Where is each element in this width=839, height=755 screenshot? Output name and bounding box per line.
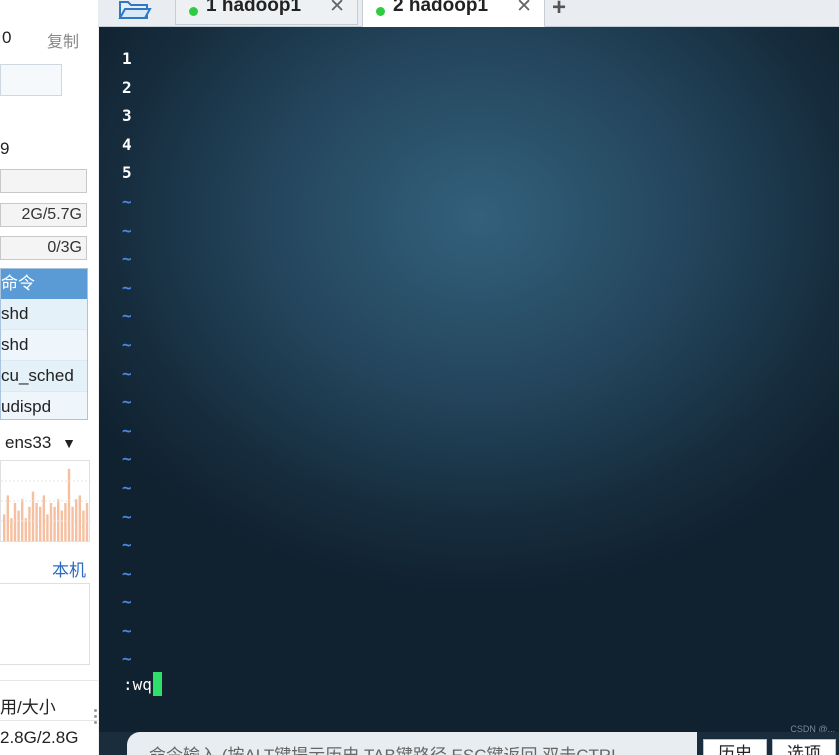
network-bar [57,499,60,541]
network-bar [78,495,81,541]
empty-line-tilde: ~ [122,306,132,326]
network-bar [39,506,42,541]
command-bar: 命令输入 (按ALT键提示历史,TAB键路径,ESC键返回,双击CTRL 历史 … [99,732,839,755]
empty-line-tilde: ~ [122,392,132,412]
sidebar-panel: 0 复制 9 2G/5.7G 0/3G 命令 shd shd cu_sched udi… [0,0,98,755]
cursor [152,672,162,696]
chevron-down-icon: ▼ [62,435,76,451]
network-bar [82,510,85,541]
empty-line-tilde: ~ [122,535,132,555]
copy-button[interactable]: 复制 [47,28,79,52]
network-bar [28,506,31,541]
panel-splitter[interactable] [93,706,98,736]
network-bar [49,503,53,541]
network-bar [46,514,49,541]
editor-lines: 1 2 3 4 5 ~ ~ ~ ~ ~ ~ ~ ~ ~ ~ ~ ~ ~ ~ ~ ~ ~ [122,45,132,674]
terminal-area[interactable]: 1 2 3 4 5 ~ ~ ~ ~ ~ ~ ~ ~ ~ ~ ~ ~ ~ ~ ~ ~ ~ :wq CSDN @... [99,27,839,732]
network-bar [3,514,6,541]
empty-line-tilde: ~ [122,477,132,497]
status-dot-icon [376,7,385,16]
network-bar [75,499,78,541]
watermark: CSDN @... [790,724,835,732]
empty-line-tilde: ~ [122,563,132,583]
empty-line-tilde: ~ [122,220,132,240]
ip-field[interactable] [0,64,62,96]
tab-label: 1 hadoop1 [206,0,302,16]
line-number: 2 [122,77,132,97]
empty-line-tilde: ~ [122,592,132,612]
command-input[interactable]: 命令输入 (按ALT键提示历史,TAB键路径,ESC键返回,双击CTRL [127,732,697,755]
empty-line-tilde: ~ [122,249,132,269]
disk-header: 用/大小 [0,698,56,717]
empty-line-tilde: ~ [122,620,132,640]
options-button[interactable]: 选项 [772,739,836,755]
disk-value: 2.8G/2.8G [0,728,79,747]
close-icon[interactable]: ✕ [329,0,345,18]
network-bar [24,518,27,541]
network-bar [67,468,71,541]
vim-command-line: :wq [123,672,162,696]
add-tab-icon[interactable]: + [552,0,566,22]
empty-line-tilde: ~ [122,363,132,383]
network-bar [10,518,13,541]
network-bar [17,510,20,541]
empty-line-tilde: ~ [122,334,132,354]
history-button[interactable]: 历史 [703,739,767,755]
status-dot-icon [189,7,198,16]
tab-hadoop1-2[interactable]: 2 hadoop1 ✕ [362,0,545,27]
host-link[interactable]: 本机 [52,556,86,581]
process-table: 命令 shd shd cu_sched udispd [0,268,88,420]
empty-line-tilde: ~ [122,449,132,469]
vim-command: :wq [123,675,152,694]
process-row[interactable]: udispd [1,392,87,419]
network-bar [71,506,74,541]
divider [0,720,98,721]
interface-label: ens33 [5,433,52,452]
command-hint: 命令输入 (按ALT键提示历史,TAB键路径,ESC键返回,双击CTRL [149,741,621,755]
network-bar [64,503,67,541]
empty-line-tilde: ~ [122,506,132,526]
tab-label: 2 hadoop1 [393,0,489,16]
empty-line-tilde: ~ [122,191,132,211]
network-graph-svg [1,468,91,541]
divider [0,680,98,681]
tab-bar: 1 hadoop1 ✕ 2 hadoop1 ✕ + [98,0,839,27]
network-bar [85,503,89,541]
network-bar [60,510,63,541]
tab-hadoop1-1[interactable]: 1 hadoop1 ✕ [175,0,358,25]
folder-icon[interactable] [114,0,154,22]
process-table-header: 命令 [1,269,87,299]
line-number: 1 [122,49,132,68]
process-row[interactable]: shd [1,299,87,330]
network-bar [53,506,56,541]
empty-line-tilde: ~ [122,277,132,297]
network-bar [31,491,35,541]
memory-bar: 2G/5.7G [0,203,87,227]
interface-select[interactable]: ens33 ▼ [5,433,76,453]
network-graph [0,460,91,542]
close-icon[interactable]: ✕ [516,0,532,18]
network-bar [21,499,24,541]
network-bar [13,503,17,541]
cpu-bar [0,169,87,193]
line-number: 3 [122,106,132,126]
top-value: 0 [2,28,12,47]
line-number: 4 [122,134,132,154]
value-9: 9 [0,139,10,158]
process-row[interactable]: shd [1,330,87,361]
network-bar [6,495,9,541]
line-number: 5 [122,163,132,183]
latency-graph [0,583,90,665]
empty-line-tilde: ~ [122,649,132,669]
process-row[interactable]: cu_sched [1,361,87,392]
swap-bar: 0/3G [0,236,87,260]
network-bar [35,503,38,541]
empty-line-tilde: ~ [122,420,132,440]
network-bar [42,495,45,541]
